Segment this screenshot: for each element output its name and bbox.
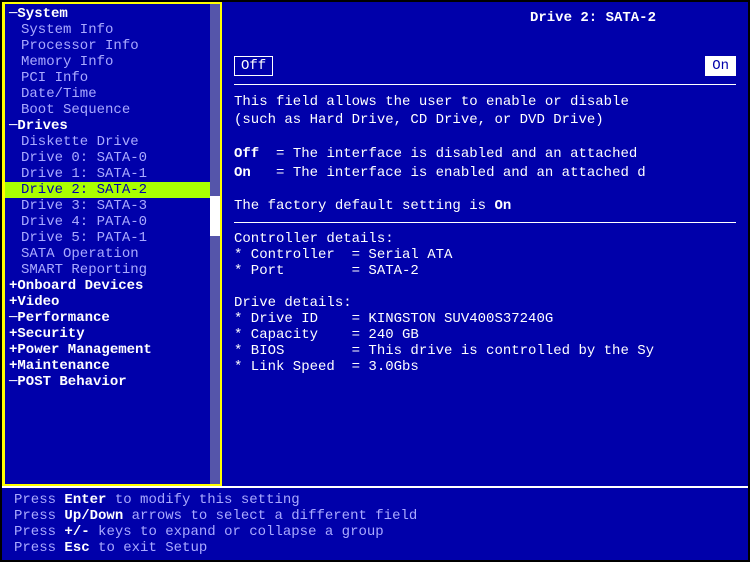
nav-item[interactable]: SATA Operation <box>5 246 220 262</box>
nav-group[interactable]: +Maintenance <box>5 358 220 374</box>
on-desc-line: On = The interface is enabled and an att… <box>234 164 736 182</box>
nav-group[interactable]: +Video <box>5 294 220 310</box>
bios-setup-screen: ─SystemSystem InfoProcessor InfoMemory I… <box>0 0 750 562</box>
nav-item[interactable]: PCI Info <box>5 70 220 86</box>
off-desc-line: Off = The interface is disabled and an a… <box>234 145 736 163</box>
off-label: Off <box>234 146 259 162</box>
key-label: +/- <box>64 524 89 540</box>
nav-group[interactable]: ─POST Behavior <box>5 374 220 390</box>
desc-line-2: (such as Hard Drive, CD Drive, or DVD Dr… <box>234 111 736 129</box>
nav-item[interactable]: Drive 2: SATA-2 <box>5 182 220 198</box>
detail-line: * Port = SATA-2 <box>234 263 736 279</box>
footer-line: Press Up/Down arrows to select a differe… <box>14 508 736 524</box>
nav-item[interactable]: Drive 3: SATA-3 <box>5 198 220 214</box>
drive-heading: Drive details: <box>234 295 736 311</box>
nav-item[interactable]: Memory Info <box>5 54 220 70</box>
footer-line: Press Enter to modify this setting <box>14 492 736 508</box>
nav-group[interactable]: +Onboard Devices <box>5 278 220 294</box>
detail-line: * Controller = Serial ATA <box>234 247 736 263</box>
main-area: ─SystemSystem InfoProcessor InfoMemory I… <box>2 2 748 486</box>
footer-line: Press +/- keys to expand or collapse a g… <box>14 524 736 540</box>
nav-group[interactable]: ─Performance <box>5 310 220 326</box>
key-label: Enter <box>64 492 106 508</box>
nav-group[interactable]: ─Drives <box>5 118 220 134</box>
description: This field allows the user to enable or … <box>234 93 736 129</box>
nav-item[interactable]: Drive 0: SATA-0 <box>5 150 220 166</box>
option-off[interactable]: Off <box>234 56 273 76</box>
nav-item[interactable]: Date/Time <box>5 86 220 102</box>
key-label: Esc <box>64 540 89 556</box>
scrollbar-track <box>210 4 220 484</box>
detail-line: * Drive ID = KINGSTON SUV400S37240G <box>234 311 736 327</box>
nav-item[interactable]: Processor Info <box>5 38 220 54</box>
detail-line: * Capacity = 240 GB <box>234 327 736 343</box>
nav-item[interactable]: Drive 4: PATA-0 <box>5 214 220 230</box>
controller-heading: Controller details: <box>234 231 736 247</box>
default-value: On <box>494 198 511 214</box>
nav-item[interactable]: Drive 1: SATA-1 <box>5 166 220 182</box>
footer-line: Press Esc to exit Setup <box>14 540 736 556</box>
default-setting: The factory default setting is On <box>234 198 736 214</box>
key-label: Up/Down <box>64 508 123 524</box>
detail-line: * Link Speed = 3.0Gbs <box>234 359 736 375</box>
option-row: Off On <box>234 56 736 76</box>
option-descriptions: Off = The interface is disabled and an a… <box>234 145 736 181</box>
desc-line-1: This field allows the user to enable or … <box>234 93 736 111</box>
nav-item[interactable]: SMART Reporting <box>5 262 220 278</box>
nav-item[interactable]: Drive 5: PATA-1 <box>5 230 220 246</box>
divider <box>234 84 736 85</box>
nav-group[interactable]: +Security <box>5 326 220 342</box>
page-title: Drive 2: SATA-2 <box>234 10 736 26</box>
off-desc: = The interface is disabled and an attac… <box>276 146 637 162</box>
content-pane: Drive 2: SATA-2 Off On This field allows… <box>222 2 748 486</box>
divider <box>234 222 736 223</box>
default-text: The factory default setting is <box>234 198 486 214</box>
detail-line: * BIOS = This drive is controlled by the… <box>234 343 736 359</box>
nav-item[interactable]: Diskette Drive <box>5 134 220 150</box>
nav-group[interactable]: +Power Management <box>5 342 220 358</box>
nav-item[interactable]: System Info <box>5 22 220 38</box>
option-on[interactable]: On <box>705 56 736 76</box>
nav-item[interactable]: Boot Sequence <box>5 102 220 118</box>
on-label: On <box>234 165 251 181</box>
on-desc: = The interface is enabled and an attach… <box>276 165 646 181</box>
scrollbar-thumb[interactable] <box>210 196 220 236</box>
nav-group[interactable]: ─System <box>5 6 220 22</box>
footer-help: Press Enter to modify this settingPress … <box>2 486 748 560</box>
sidebar-nav[interactable]: ─SystemSystem InfoProcessor InfoMemory I… <box>2 2 222 486</box>
